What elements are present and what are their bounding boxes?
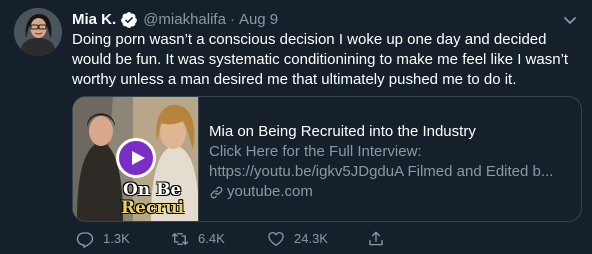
thumbnail-caption: On Be Recrui bbox=[121, 180, 185, 218]
card-title: Mia on Being Recruited into the Industry bbox=[209, 123, 476, 140]
avatar-image bbox=[14, 8, 62, 56]
share-button[interactable] bbox=[367, 230, 394, 248]
card-domain-text: youtube.com bbox=[227, 183, 313, 200]
link-icon bbox=[210, 186, 223, 198]
tweet-text: Doing porn wasn’t a conscious decision I… bbox=[72, 31, 569, 88]
thumbnail-caption-line2: Recrui bbox=[121, 198, 185, 218]
play-icon[interactable] bbox=[116, 138, 156, 178]
card-body[interactable]: Mia on Being Recruited into the Industry… bbox=[199, 97, 581, 221]
card-domain: youtube.com bbox=[209, 182, 571, 202]
retweet-icon bbox=[171, 233, 189, 245]
tweet-header: Mia K. @miakhalifa · Aug 9 bbox=[72, 10, 562, 30]
reply-icon bbox=[76, 232, 94, 248]
reply-button[interactable]: 1.3K bbox=[76, 230, 171, 248]
card-description: Click Here for the Full Interview: https… bbox=[209, 142, 571, 182]
handle[interactable]: @miakhalifa bbox=[143, 10, 226, 30]
separator-dot: · bbox=[229, 11, 235, 28]
display-name[interactable]: Mia K. bbox=[72, 10, 116, 30]
heart-icon bbox=[268, 231, 284, 247]
verified-badge-icon bbox=[120, 11, 138, 29]
tweet-actions: 1.3K 6.4K 24.3K bbox=[72, 230, 394, 248]
retweet-count: 6.4K bbox=[198, 231, 225, 246]
avatar[interactable] bbox=[14, 8, 62, 56]
timestamp[interactable]: Aug 9 bbox=[239, 10, 278, 30]
card-description-line1: Click Here for the Full Interview: bbox=[209, 143, 422, 160]
tweet[interactable]: Mia K. @miakhalifa · Aug 9 Doing porn wa… bbox=[0, 0, 592, 254]
share-icon bbox=[369, 231, 383, 246]
thumbnail-caption-line1: On Be bbox=[123, 180, 182, 200]
card-thumbnail[interactable]: On Be Recrui bbox=[73, 97, 199, 221]
reply-count: 1.3K bbox=[103, 231, 130, 246]
like-button[interactable]: 24.3K bbox=[267, 230, 367, 248]
like-count: 24.3K bbox=[294, 231, 328, 246]
chevron-down-icon[interactable] bbox=[562, 12, 578, 28]
card-description-line2: https://youtu.be/igkv5JDgduA Filmed and … bbox=[209, 163, 554, 180]
link-card[interactable]: On Be Recrui Mia on Being Recruited into… bbox=[72, 96, 582, 222]
retweet-button[interactable]: 6.4K bbox=[171, 230, 267, 248]
